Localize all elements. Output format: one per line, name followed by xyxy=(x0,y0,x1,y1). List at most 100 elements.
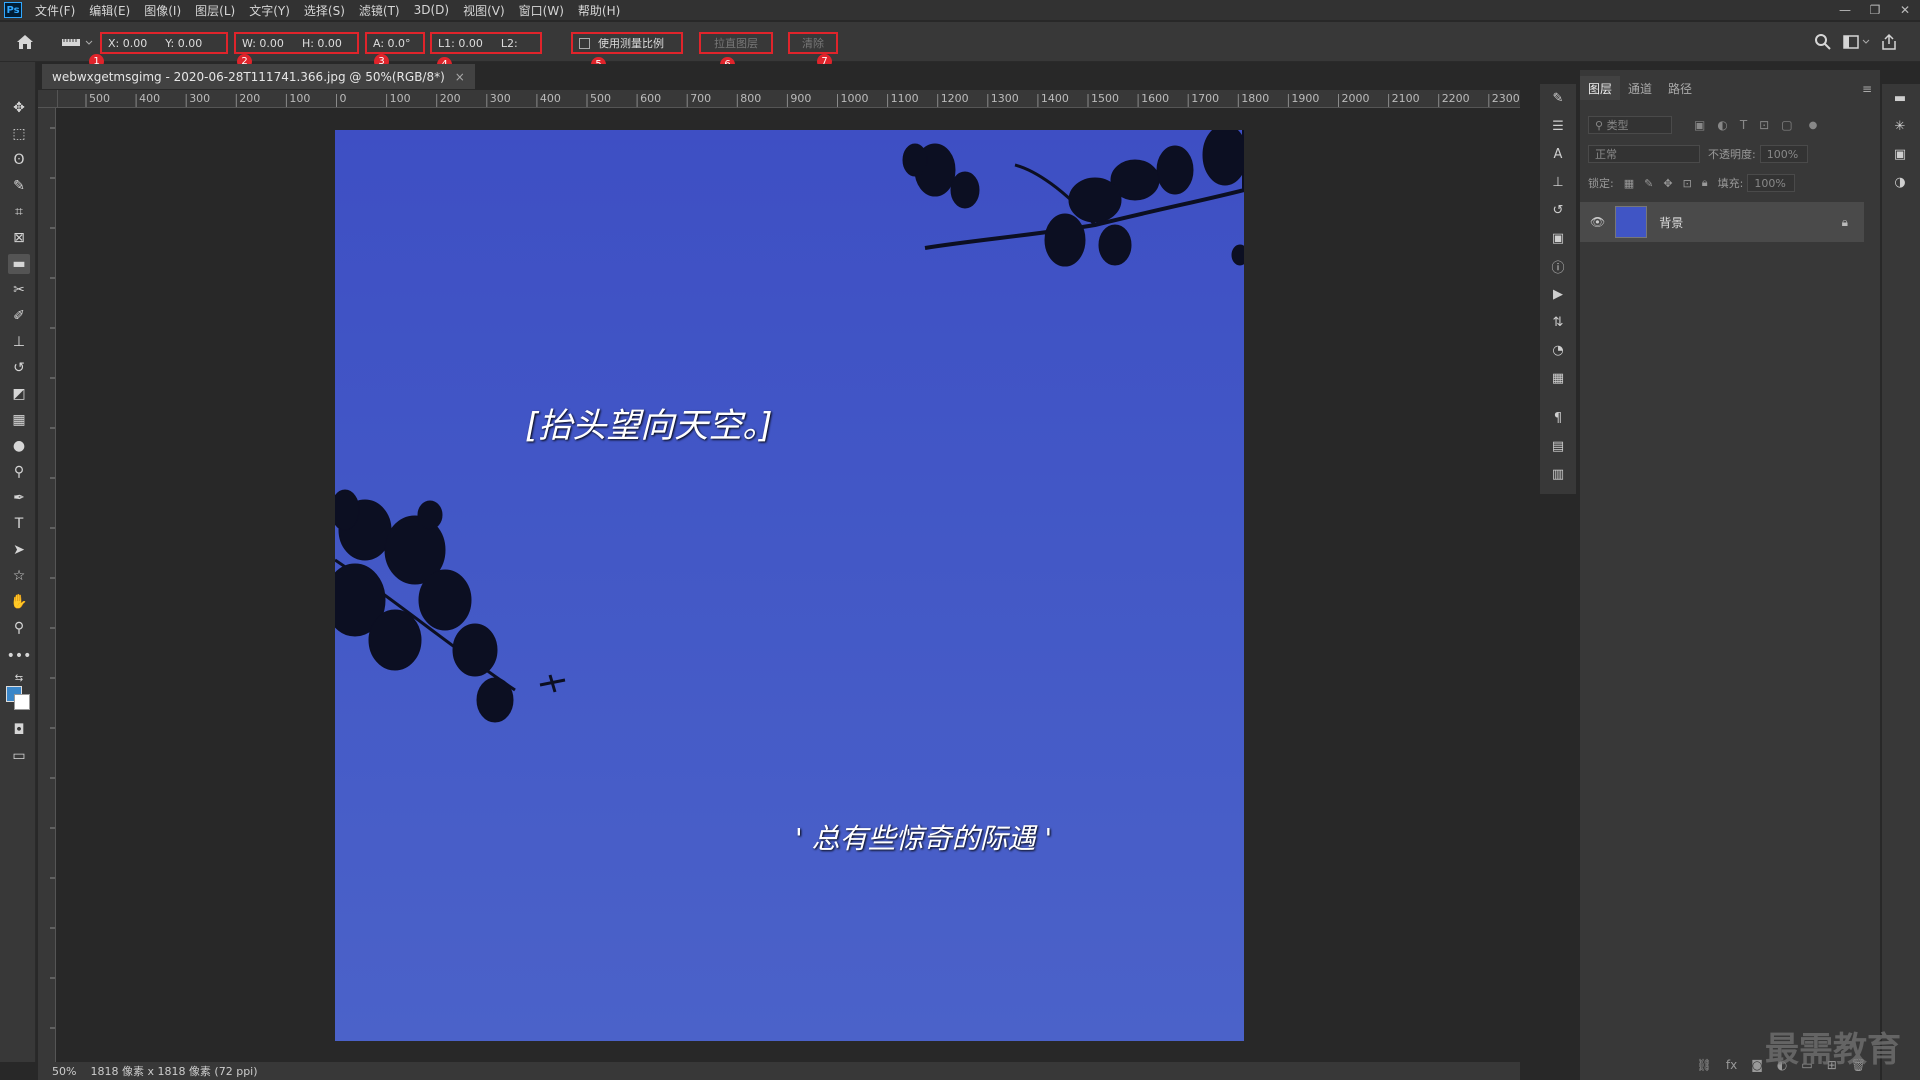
swap-colors-icon[interactable]: ⇆ xyxy=(8,668,30,688)
add-mask-icon[interactable]: ◙ xyxy=(1751,1058,1763,1072)
menu-edit[interactable]: 编辑(E) xyxy=(82,2,137,19)
paragraph-icon[interactable]: ¶ xyxy=(1548,408,1568,428)
filter-adjustment-icon[interactable]: ◐ xyxy=(1717,118,1727,132)
menu-image[interactable]: 图像(I) xyxy=(137,2,188,19)
menu-file[interactable]: 文件(F) xyxy=(28,2,82,19)
screen-mode-icon[interactable]: ▭ xyxy=(8,746,30,766)
menu-type[interactable]: 文字(Y) xyxy=(242,2,297,19)
document-info[interactable]: 1818 像素 x 1818 像素 (72 ppi) xyxy=(90,1063,257,1079)
menu-3d[interactable]: 3D(D) xyxy=(407,3,456,17)
lock-position-icon[interactable]: ✥ xyxy=(1663,177,1672,190)
menu-view[interactable]: 视图(V) xyxy=(456,2,512,19)
notes-icon[interactable]: ▥ xyxy=(1548,464,1568,484)
document-tab[interactable]: webwxgetmsgimg - 2020-06-28T111741.366.j… xyxy=(42,64,475,89)
zoom-level[interactable]: 50% xyxy=(52,1065,76,1078)
minimize-button[interactable]: — xyxy=(1830,0,1860,20)
home-icon[interactable] xyxy=(14,32,36,52)
vertical-ruler[interactable] xyxy=(38,108,56,1062)
healing-tool-icon[interactable]: ✂ xyxy=(8,280,30,300)
visibility-eye-icon[interactable]: 👁︎ xyxy=(1590,215,1605,229)
path-selection-tool-icon[interactable]: ➤ xyxy=(8,540,30,560)
blur-tool-icon[interactable]: ● xyxy=(8,436,30,456)
frame-tool-icon[interactable]: ⊠ xyxy=(8,228,30,248)
menu-select[interactable]: 选择(S) xyxy=(297,2,352,19)
filter-toggle-icon[interactable]: ● xyxy=(1809,120,1818,131)
swatches-icon[interactable]: ▦ xyxy=(1548,368,1568,388)
tab-layers[interactable]: 图层 xyxy=(1580,76,1621,100)
clear-button[interactable]: 清除 xyxy=(788,32,838,54)
clone-source-icon[interactable]: ⊥ xyxy=(1548,172,1568,192)
actions-icon[interactable]: ▶ xyxy=(1548,284,1568,304)
filter-smart-object-icon[interactable]: ▢ xyxy=(1781,118,1792,132)
quick-mask-icon[interactable]: ◘ xyxy=(8,720,30,740)
libraries-icon[interactable]: ▣ xyxy=(1548,228,1568,248)
background-color-swatch[interactable] xyxy=(14,694,30,710)
history-icon[interactable]: ↺ xyxy=(1548,200,1568,220)
tab-channels[interactable]: 通道 xyxy=(1620,76,1660,100)
link-layers-icon[interactable]: ⛓ xyxy=(1697,1058,1712,1072)
share-icon[interactable] xyxy=(1880,33,1898,51)
layer-row-background[interactable]: 👁︎ 背景 🔒︎ xyxy=(1580,202,1864,242)
color-icon[interactable]: ◔ xyxy=(1548,340,1568,360)
horizontal-ruler[interactable]: 500 400 300 200 100 0 100 200 300 400 500 600 700 800… xyxy=(58,90,1520,108)
restore-button[interactable]: ❐ xyxy=(1860,0,1890,20)
layer-name[interactable]: 背景 xyxy=(1659,214,1683,231)
more-tools-icon[interactable]: ••• xyxy=(7,646,32,666)
document-panel-icon[interactable]: ▣ xyxy=(1890,144,1910,164)
filter-pixel-icon[interactable]: ▣ xyxy=(1694,118,1705,132)
menu-help[interactable]: 帮助(H) xyxy=(571,2,627,19)
filter-shape-icon[interactable]: ⊡ xyxy=(1759,118,1769,132)
ruler-origin[interactable] xyxy=(38,90,58,108)
zoom-tool-icon[interactable]: ⚲ xyxy=(8,618,30,638)
close-button[interactable]: ✕ xyxy=(1890,0,1920,20)
fill-input[interactable]: 100% xyxy=(1747,174,1796,192)
clone-stamp-tool-icon[interactable]: ⊥ xyxy=(8,332,30,352)
brush-settings-icon[interactable]: ✎ xyxy=(1548,88,1568,108)
menu-window[interactable]: 窗口(W) xyxy=(512,2,571,19)
opacity-input[interactable]: 100% xyxy=(1759,145,1808,163)
panel-menu-icon[interactable]: ≡ xyxy=(1862,82,1872,96)
snowflake-icon[interactable]: ✳ xyxy=(1890,116,1910,136)
filter-type-icon[interactable]: T xyxy=(1740,118,1747,132)
document-image[interactable]: [抬头望向天空。] ' 总有些惊奇的际遇 ' xyxy=(335,130,1244,1041)
ruler-panel-icon[interactable]: ▬ xyxy=(1890,88,1910,108)
brush-tool-icon[interactable]: ✐ xyxy=(8,306,30,326)
use-scale-checkbox[interactable] xyxy=(579,37,590,49)
info-icon[interactable]: ⓘ xyxy=(1548,256,1568,276)
ruler-tool-icon[interactable]: ▬ xyxy=(8,254,30,274)
layer-filter-select[interactable]: ⚲ 类型 xyxy=(1588,116,1672,134)
eraser-tool-icon[interactable]: ◩ xyxy=(8,384,30,404)
shape-tool-icon[interactable]: ☆ xyxy=(8,566,30,586)
blend-mode-select[interactable]: 正常 xyxy=(1588,145,1700,163)
search-icon[interactable] xyxy=(1814,33,1832,51)
ruler-tool-preset-icon[interactable] xyxy=(60,36,94,50)
lock-image-icon[interactable]: ✎ xyxy=(1644,177,1653,190)
layer-style-icon[interactable]: fx xyxy=(1726,1058,1737,1072)
straighten-layer-button[interactable]: 拉直图层 xyxy=(699,32,773,54)
lock-artboard-icon[interactable]: ⊡ xyxy=(1683,177,1692,190)
hand-tool-icon[interactable]: ✋ xyxy=(8,592,30,612)
crop-tool-icon[interactable]: ⌗ xyxy=(8,202,30,222)
lock-transparent-icon[interactable]: ▦ xyxy=(1624,177,1634,190)
gradient-tool-icon[interactable]: ▦ xyxy=(8,410,30,430)
properties-icon[interactable]: ☰ xyxy=(1548,116,1568,136)
quick-selection-tool-icon[interactable]: ✎ xyxy=(8,176,30,196)
menu-filter[interactable]: 滤镜(T) xyxy=(352,2,407,19)
menu-layer[interactable]: 图层(L) xyxy=(188,2,242,19)
workspace-icon[interactable] xyxy=(1842,33,1872,51)
dodge-tool-icon[interactable]: ⚲ xyxy=(8,462,30,482)
character-icon[interactable]: A xyxy=(1548,144,1568,164)
marquee-tool-icon[interactable]: ⬚ xyxy=(8,124,30,144)
history-brush-tool-icon[interactable]: ↺ xyxy=(8,358,30,378)
tab-paths[interactable]: 路径 xyxy=(1660,76,1700,100)
pen-tool-icon[interactable]: ✒ xyxy=(8,488,30,508)
glyphs-icon[interactable]: ▤ xyxy=(1548,436,1568,456)
lock-all-icon[interactable]: 🔒︎ xyxy=(1702,176,1708,190)
use-measurement-scale[interactable]: 使用测量比例 xyxy=(571,32,683,54)
adjustments-icon[interactable]: ⇅ xyxy=(1548,312,1568,332)
close-tab-icon[interactable]: × xyxy=(455,70,465,84)
lasso-tool-icon[interactable]: ʘ xyxy=(8,150,30,170)
type-tool-icon[interactable]: T xyxy=(8,514,30,534)
navigator-icon[interactable]: ◑ xyxy=(1890,172,1910,192)
move-tool-icon[interactable]: ✥ xyxy=(8,98,30,118)
